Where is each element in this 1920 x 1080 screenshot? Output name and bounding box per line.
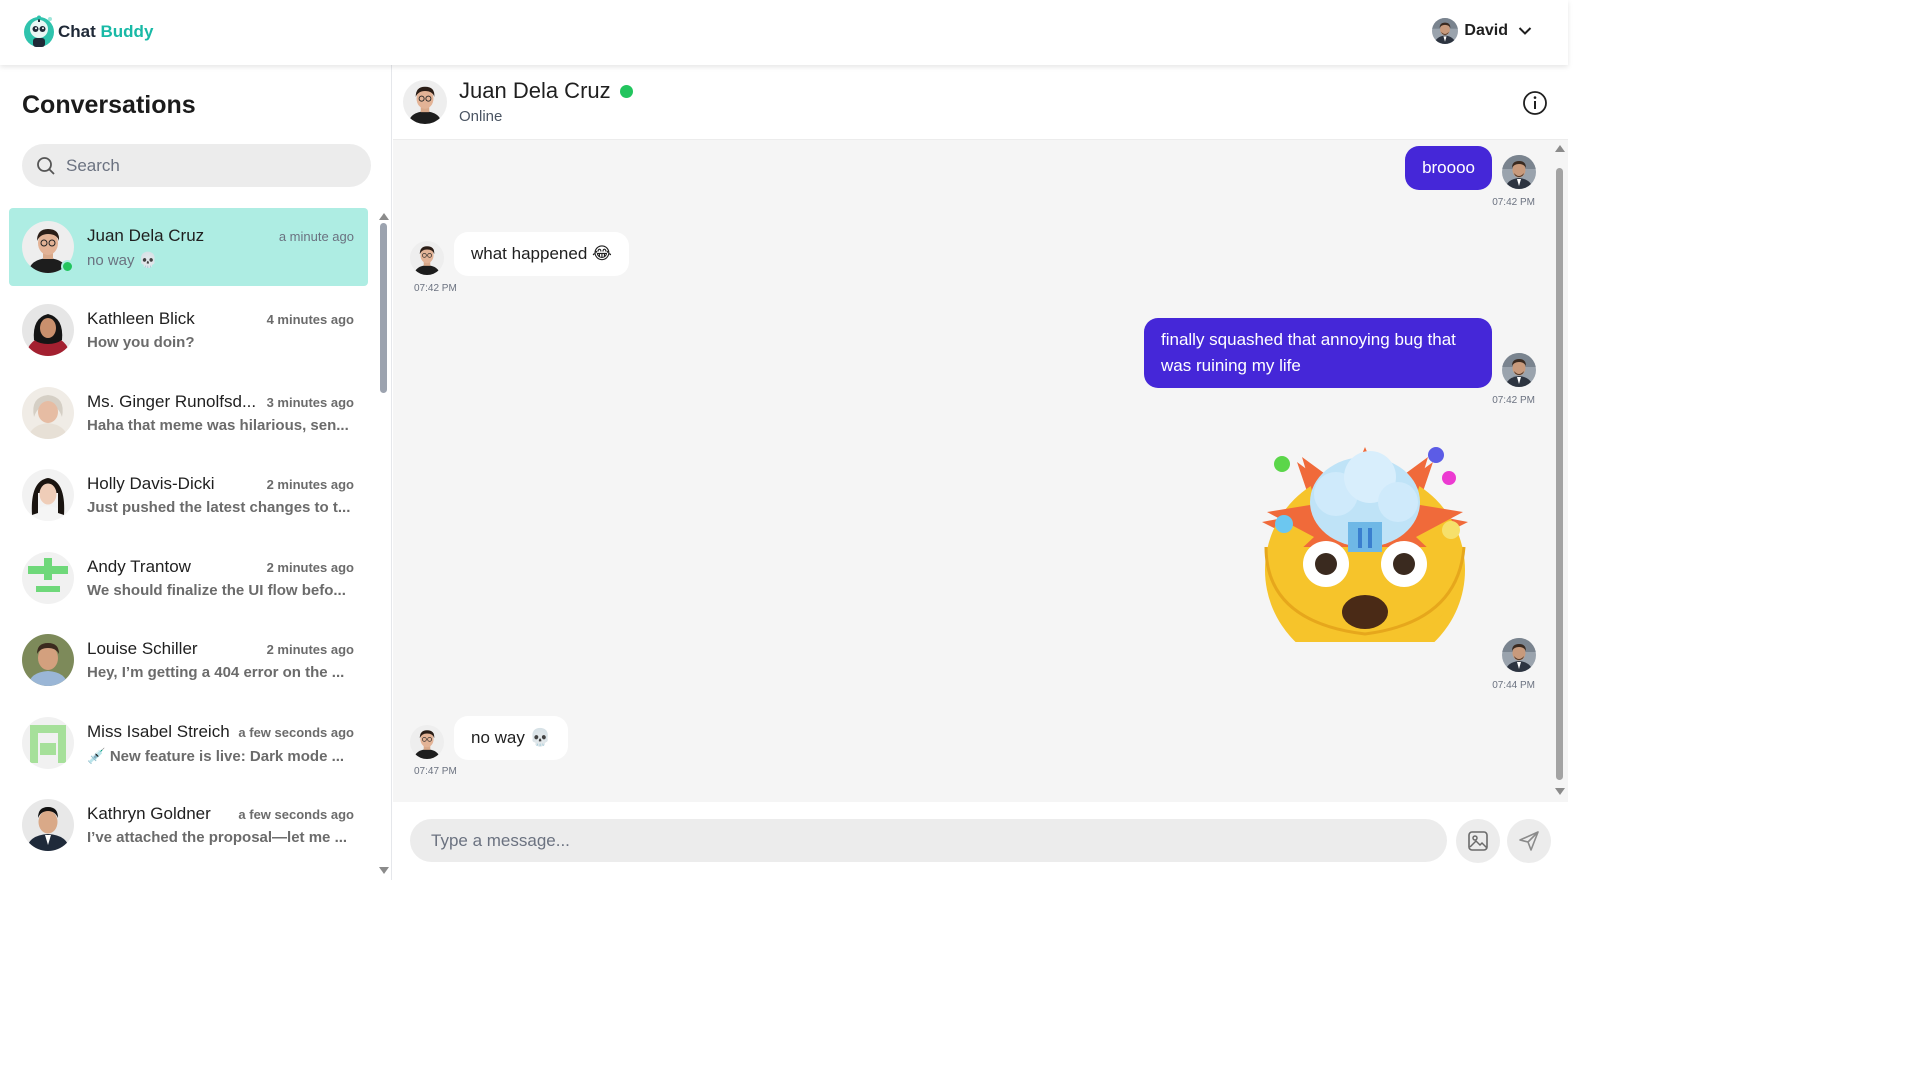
conversations-sidebar: Conversations Juan Dela Cruz a minute ag… <box>0 65 392 880</box>
scroll-up-arrow-icon[interactable] <box>1555 145 1565 152</box>
conversation-name: Juan Dela Cruz <box>87 226 205 245</box>
conversation-item[interactable]: Juan Dela Cruz a minute ago no way 💀 <box>9 208 368 286</box>
message-time: 07:42 PM <box>1492 395 1535 406</box>
chevron-down-icon <box>1518 27 1532 35</box>
message-time: 07:47 PM <box>414 766 457 777</box>
conversation-time: 3 minutes ago <box>266 395 354 410</box>
conversation-preview: no way 💀 <box>87 252 158 269</box>
conversation-time: 2 minutes ago <box>266 560 354 575</box>
conversation-item[interactable]: Miss Isabel Streich a few seconds ago 💉 … <box>9 704 368 782</box>
conversation-time: a few seconds ago <box>238 807 354 822</box>
conversation-name: Kathryn Goldner <box>87 804 211 823</box>
message-bubble-incoming: no way 💀 <box>454 716 568 760</box>
scroll-up-arrow-icon[interactable] <box>379 213 389 220</box>
sender-avatar <box>1502 155 1536 189</box>
conversation-time: a few seconds ago <box>238 725 354 740</box>
conversation-name: Ms. Ginger Runolfsd... <box>87 392 257 411</box>
conversation-time: 2 minutes ago <box>266 642 354 657</box>
conversation-name: Miss Isabel Streich <box>87 722 230 741</box>
message-bubble-outgoing: finally squashed that annoying bug that … <box>1144 318 1492 388</box>
attach-image-button[interactable] <box>1456 819 1500 863</box>
send-button[interactable] <box>1507 819 1551 863</box>
conversation-item[interactable]: Holly Davis-Dicki 2 minutes ago Just pus… <box>9 456 368 534</box>
message-bubble-incoming: what happened 😂 <box>454 232 629 276</box>
chat-header: Juan Dela Cruz Online <box>393 65 1568 140</box>
avatar <box>22 304 74 356</box>
avatar <box>22 799 74 851</box>
contact-title: Juan Dela Cruz <box>459 78 633 104</box>
app-logo[interactable]: Chat Buddy <box>24 15 153 49</box>
image-icon <box>1468 831 1488 851</box>
avatar <box>22 387 74 439</box>
message-thread: broooo 07:42 PM what happened 😂 07:42 PM… <box>393 140 1568 802</box>
conversation-preview: Hey, I’m getting a 404 error on the ... <box>87 664 345 681</box>
info-icon[interactable] <box>1522 90 1548 116</box>
message-time: 07:42 PM <box>414 283 457 294</box>
send-icon <box>1519 831 1539 851</box>
message-input[interactable] <box>410 819 1447 862</box>
message-composer <box>393 802 1568 880</box>
conversation-preview: How you doin? <box>87 334 195 351</box>
avatar <box>22 634 74 686</box>
contact-avatar <box>403 80 447 124</box>
conversation-item[interactable]: Louise Schiller 2 minutes ago Hey, I’m g… <box>9 621 368 699</box>
conversation-item[interactable]: Andy Trantow 2 minutes ago We should fin… <box>9 539 368 617</box>
conversation-preview: We should finalize the UI flow befo... <box>87 582 346 599</box>
contact-name: Juan Dela Cruz <box>459 78 611 103</box>
sidebar-title: Conversations <box>22 91 196 119</box>
conversation-name: Holly Davis-Dicki <box>87 474 215 493</box>
conversation-preview: I’ve attached the proposal—let me ... <box>87 829 348 846</box>
conversation-preview: 💉 New feature is live: Dark mode ... <box>87 748 345 765</box>
search-icon <box>37 156 55 175</box>
online-indicator <box>61 260 74 273</box>
avatar <box>22 469 74 521</box>
conversation-list: Juan Dela Cruz a minute ago no way 💀 Kat… <box>0 207 376 880</box>
contact-status: Online <box>459 108 503 125</box>
scroll-down-arrow-icon[interactable] <box>379 867 389 874</box>
sidebar-scrollbar[interactable] <box>378 207 390 880</box>
sender-avatar <box>410 241 444 275</box>
message-time: 07:44 PM <box>1492 680 1535 691</box>
sender-avatar <box>1502 353 1536 387</box>
conversation-time: 2 minutes ago <box>266 477 354 492</box>
sender-avatar <box>1502 638 1536 672</box>
scroll-down-arrow-icon[interactable] <box>1555 788 1565 795</box>
avatar <box>22 552 74 604</box>
conversation-preview: Haha that meme was hilarious, sen... <box>87 417 349 434</box>
exploding-head-sticker <box>1262 447 1468 642</box>
top-bar: Chat Buddy David <box>0 0 1568 65</box>
conversation-item[interactable]: Kathleen Blick 4 minutes ago How you doi… <box>9 291 368 369</box>
conversation-name: Kathleen Blick <box>87 309 195 328</box>
app-name: Chat Buddy <box>58 22 154 41</box>
message-time: 07:42 PM <box>1492 197 1535 208</box>
message-bubble-outgoing: broooo <box>1405 146 1492 190</box>
messages-scrollbar[interactable] <box>1554 140 1566 802</box>
search-input[interactable] <box>66 155 346 176</box>
conversation-time: 4 minutes ago <box>266 312 354 327</box>
user-menu[interactable]: David <box>1432 18 1532 44</box>
conversation-time: a minute ago <box>278 229 354 244</box>
search-box[interactable] <box>22 144 371 187</box>
conversation-item[interactable]: Ms. Ginger Runolfsd... 3 minutes ago Hah… <box>9 374 368 452</box>
user-avatar <box>1432 18 1459 44</box>
conversation-preview: Just pushed the latest changes to t... <box>87 499 351 516</box>
online-indicator <box>619 84 633 98</box>
conversation-item[interactable]: Kathryn Goldner a few seconds ago I’ve a… <box>9 786 368 864</box>
conversation-name: Louise Schiller <box>87 639 198 658</box>
scrollbar-thumb[interactable] <box>380 223 387 393</box>
conversation-name: Andy Trantow <box>87 557 191 576</box>
user-name: David <box>1464 22 1508 39</box>
avatar <box>22 717 74 769</box>
robot-logo-icon <box>24 15 54 47</box>
scrollbar-thumb[interactable] <box>1556 168 1563 780</box>
sender-avatar <box>410 725 444 759</box>
